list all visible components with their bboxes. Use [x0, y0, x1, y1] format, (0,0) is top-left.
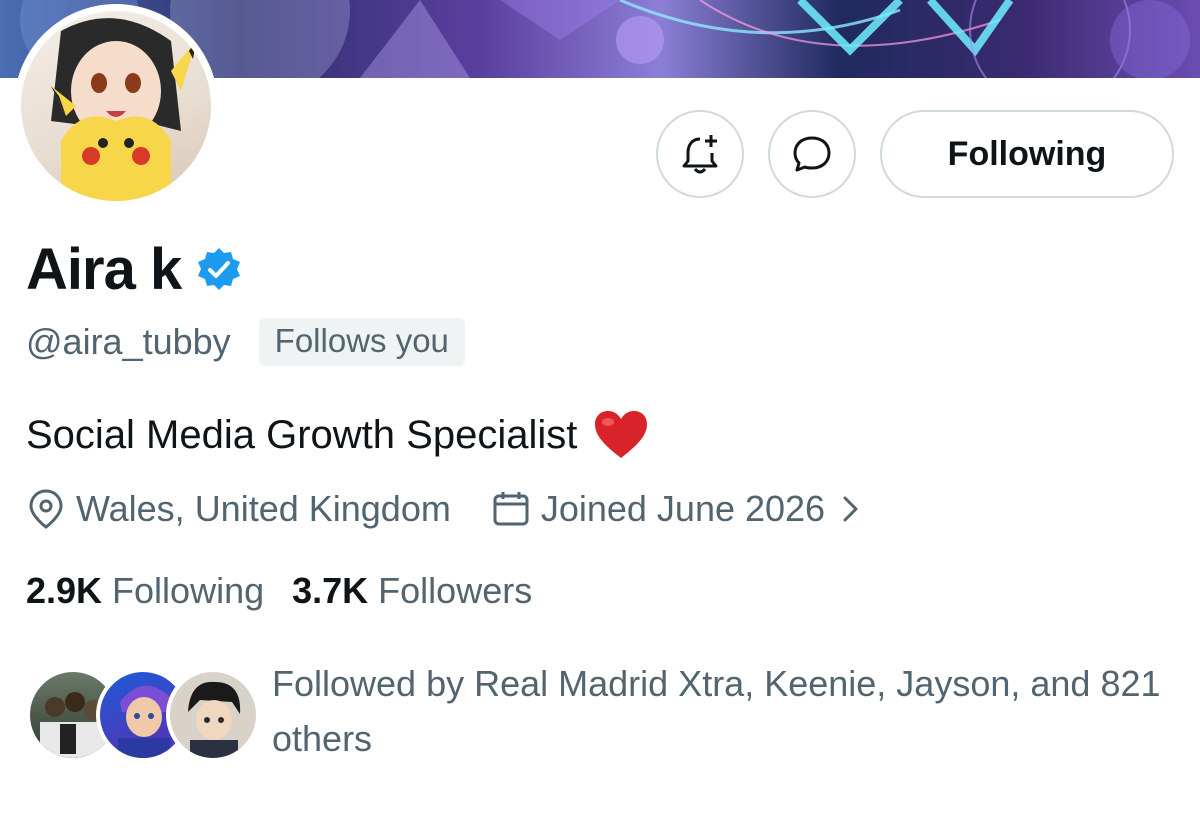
name-row: Aira k — [26, 236, 243, 303]
avatar-image — [21, 11, 211, 201]
profile-avatar[interactable] — [14, 4, 218, 208]
followers-you-know[interactable]: Followed by Real Madrid Xtra, Keenie, Ja… — [26, 662, 1182, 766]
joined-item[interactable]: Joined June 2026 — [491, 488, 875, 530]
handle-row: @aira_tubby Follows you — [26, 318, 465, 366]
bio: Social Media Growth Specialist — [26, 410, 649, 460]
mutual-avatar-3 — [166, 668, 260, 762]
bell-plus-icon — [682, 135, 718, 174]
chevron-right-icon — [843, 496, 858, 522]
location-text: Wales, United Kingdom — [76, 488, 451, 529]
location-pin-icon — [29, 489, 63, 529]
user-handle: @aira_tubby — [26, 321, 231, 362]
profile-meta: Wales, United Kingdom Joined June 2026 — [26, 488, 875, 530]
notifications-button[interactable] — [656, 110, 744, 198]
followers-stat[interactable]: 3.7K Followers — [292, 570, 532, 612]
followers-label: Followers — [378, 570, 533, 611]
followers-count: 3.7K — [292, 570, 369, 611]
following-stat[interactable]: 2.9K Following — [26, 570, 264, 612]
verified-badge-icon[interactable] — [195, 246, 243, 294]
follow-stats: 2.9K Following 3.7K Followers — [26, 570, 532, 612]
followed-by-text: Followed by Real Madrid Xtra, Keenie, Ja… — [272, 663, 1161, 759]
following-label: Following — [112, 570, 265, 611]
calendar-icon — [493, 492, 529, 526]
bio-text: Social Media Growth Specialist — [26, 412, 578, 457]
joined-text: Joined June 2026 — [540, 488, 826, 529]
following-count: 2.9K — [26, 570, 103, 611]
mutual-avatars — [26, 662, 260, 762]
message-icon — [793, 136, 831, 172]
following-button[interactable]: Following — [880, 110, 1174, 198]
display-name: Aira k — [26, 237, 182, 302]
location-item: Wales, United Kingdom — [26, 488, 451, 530]
follows-you-badge: Follows you — [258, 318, 465, 366]
heart-emoji-icon — [595, 411, 648, 458]
message-button[interactable] — [768, 110, 856, 198]
